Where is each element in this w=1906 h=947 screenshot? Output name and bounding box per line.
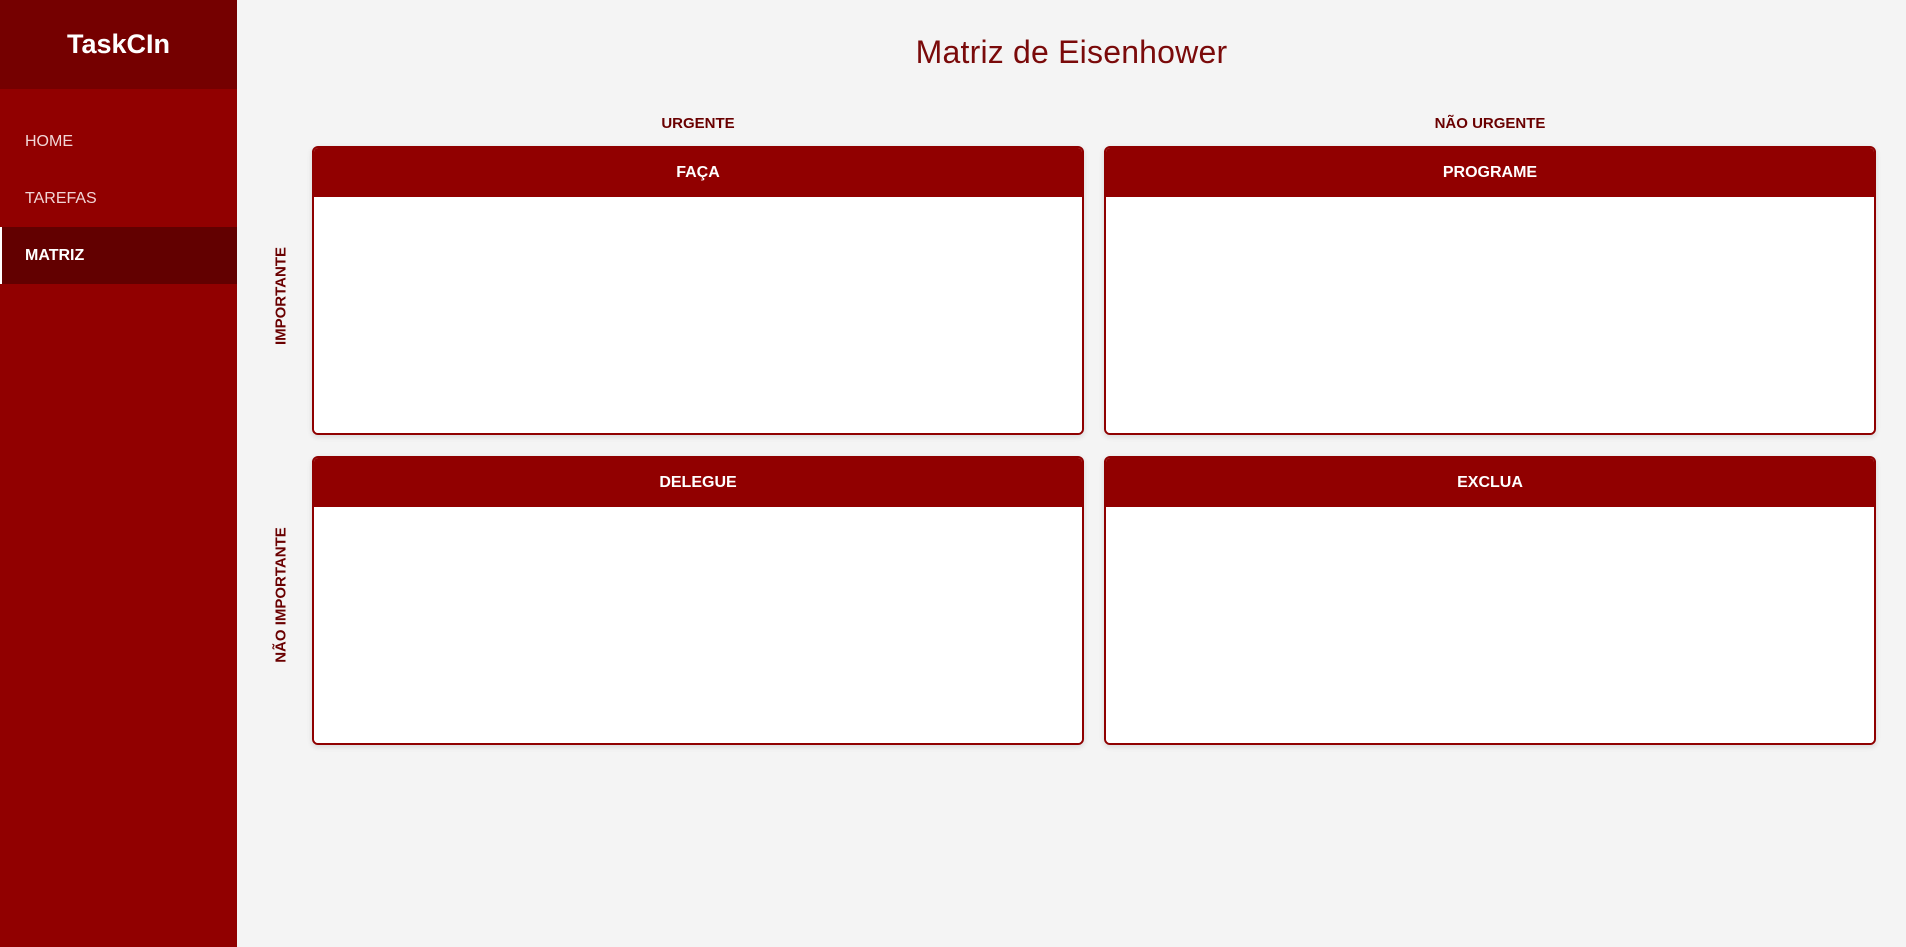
quadrant-title-delegate: DELEGUE (314, 458, 1082, 507)
quadrant-dropzone-delegate[interactable] (314, 507, 1082, 743)
sidebar-item-matriz[interactable]: MATRIZ (0, 227, 237, 284)
row-label-important: IMPORTANTE (272, 246, 290, 346)
column-label-urgent: URGENTE (661, 115, 735, 132)
main-content: Matriz de Eisenhower URGENTE NÃO URGENTE… (237, 0, 1906, 947)
sidebar: TaskCIn HOME TAREFAS MATRIZ (0, 0, 237, 947)
sidebar-item-home[interactable]: HOME (0, 113, 237, 170)
quadrant-schedule: PROGRAME (1104, 146, 1876, 435)
quadrant-dropzone-do[interactable] (314, 197, 1082, 433)
quadrant-dropzone-schedule[interactable] (1106, 197, 1874, 433)
sidebar-nav: HOME TAREFAS MATRIZ (0, 113, 237, 284)
quadrant-title-schedule: PROGRAME (1106, 148, 1874, 197)
column-label-not-urgent: NÃO URGENTE (1434, 115, 1546, 132)
page-title: Matriz de Eisenhower (915, 34, 1228, 70)
quadrant-title-do: FAÇA (314, 148, 1082, 197)
row-label-not-important: NÃO IMPORTANTE (272, 527, 290, 663)
sidebar-item-tarefas[interactable]: TAREFAS (0, 170, 237, 227)
quadrant-dropzone-delete[interactable] (1106, 507, 1874, 743)
quadrant-delegate: DELEGUE (312, 456, 1084, 745)
quadrant-do: FAÇA (312, 146, 1084, 435)
app-window: TaskCIn HOME TAREFAS MATRIZ Matriz de Ei… (0, 0, 1906, 947)
quadrant-delete: EXCLUA (1104, 456, 1876, 745)
app-logo: TaskCIn (0, 0, 237, 89)
quadrant-title-delete: EXCLUA (1106, 458, 1874, 507)
